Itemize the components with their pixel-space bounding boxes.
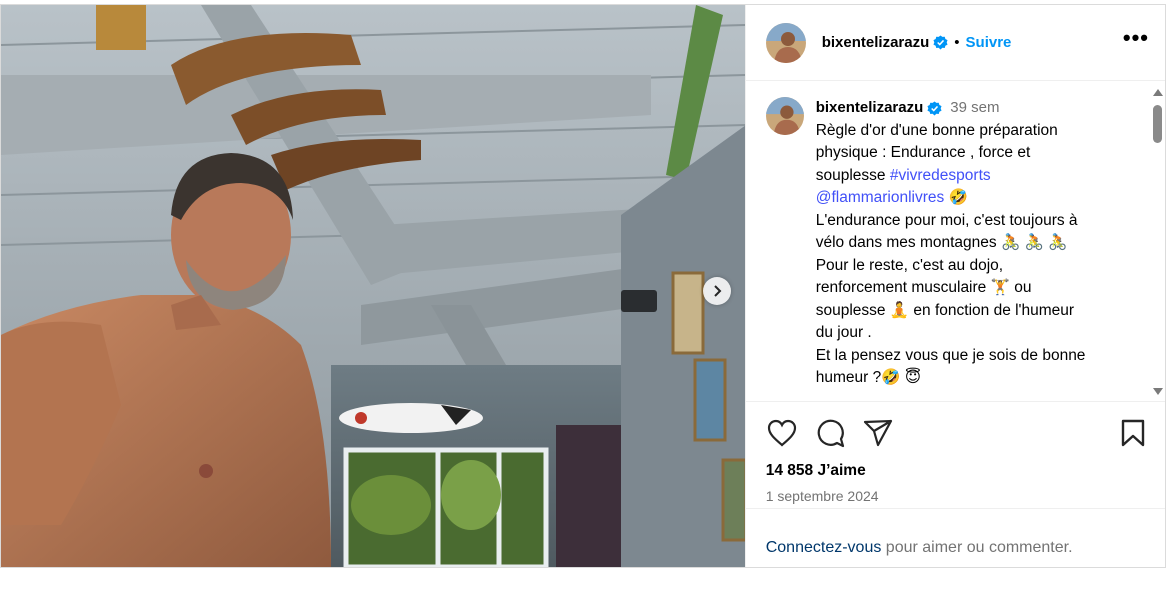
caption-text: souplesse: [815, 166, 890, 184]
caption-line: L'endurance pour moi, c'est toujours à: [815, 211, 1078, 229]
verified-badge-icon: [927, 101, 942, 116]
action-bar: [766, 402, 1149, 464]
scroll-thumb[interactable]: [1153, 105, 1162, 143]
avatar[interactable]: [765, 22, 806, 63]
share-button[interactable]: [862, 417, 894, 449]
likes-number: 14 858: [765, 462, 814, 479]
emoji: 🤣: [948, 189, 968, 206]
comment-button[interactable]: [814, 417, 846, 449]
caption-line: renforcement musculaire 🏋 ou: [815, 279, 1032, 296]
caption-line: souplesse #vivredesports: [816, 165, 1086, 188]
caption-line: @flammarionlivres 🤣: [816, 187, 1086, 210]
likes-count[interactable]: 14 858 J’aime: [766, 462, 1149, 480]
username[interactable]: bixentelizarazu: [822, 34, 930, 51]
caption-scrollbar[interactable]: [1151, 89, 1163, 395]
chevron-right-icon: [714, 285, 722, 297]
avatar-image: [765, 22, 806, 63]
like-button[interactable]: [766, 417, 798, 449]
follow-button[interactable]: Suivre: [966, 34, 1012, 51]
caption-line: du jour .: [815, 324, 872, 341]
actions-area: 14 858 J’aime 1 septembre 2024 Connectez…: [745, 401, 1165, 567]
caption-line: Et la pensez vous que je sois de bonne: [815, 346, 1086, 364]
hashtag-link[interactable]: #vivredesports: [890, 167, 991, 184]
scroll-down-arrow-icon[interactable]: [1153, 388, 1163, 395]
bookmark-icon: [1121, 419, 1145, 447]
post-dialog: bixentelizarazu • Suivre ••• bixenteliza…: [0, 4, 1166, 568]
photo-illustration: [1, 5, 745, 567]
caption-line: Règle d'or d'une bonne préparation: [815, 121, 1058, 139]
caption-line: physique : Endurance , force et: [815, 144, 1031, 161]
login-text: pour aimer ou commenter.: [881, 539, 1073, 556]
avatar-image: [765, 97, 804, 135]
post-header: bixentelizarazu • Suivre •••: [745, 5, 1165, 81]
caption-body: bixentelizarazu 39 sem Règle d'or d'une …: [816, 97, 1086, 390]
likes-label: J’aime: [813, 462, 866, 479]
post-time[interactable]: 39 sem: [950, 97, 999, 120]
caption-line: vélo dans mes montagnes 🚴 🚴 🚴: [815, 234, 1068, 251]
caption-line: humeur ?🤣 😇: [815, 369, 921, 386]
scroll-up-arrow-icon[interactable]: [1153, 89, 1163, 96]
more-options-icon[interactable]: •••: [1123, 27, 1149, 49]
caption-scroll-area[interactable]: bixentelizarazu 39 sem Règle d'or d'une …: [746, 81, 1165, 401]
comment-icon: [817, 419, 844, 448]
caption-username[interactable]: bixentelizarazu: [816, 97, 924, 120]
post-photo[interactable]: [1, 5, 745, 567]
caption-line: souplesse 🧘 en fonction de l'humeur: [815, 301, 1075, 319]
login-link[interactable]: Connectez-vous: [766, 539, 882, 556]
caption-line: Pour le reste, c'est au dojo,: [815, 256, 1004, 274]
caption: bixentelizarazu 39 sem Règle d'or d'une …: [765, 97, 1146, 390]
caption-avatar[interactable]: [765, 97, 804, 135]
share-icon: [863, 419, 892, 447]
header-separator: •: [954, 34, 960, 51]
post-side-panel: bixentelizarazu • Suivre ••• bixenteliza…: [744, 5, 1165, 567]
caption-head: bixentelizarazu 39 sem: [816, 97, 1086, 120]
next-photo-button[interactable]: [703, 277, 731, 305]
login-prompt: Connectez-vous pour aimer ou commenter.: [745, 508, 1165, 557]
post-date[interactable]: 1 septembre 2024: [766, 488, 1149, 504]
save-button[interactable]: [1117, 417, 1149, 449]
verified-badge-icon: [933, 35, 948, 50]
mention-link[interactable]: @flammarionlivres: [816, 189, 945, 206]
heart-icon: [767, 419, 796, 447]
